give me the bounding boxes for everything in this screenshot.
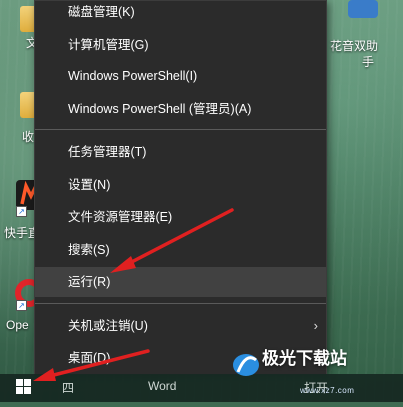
chevron-right-icon: › [313, 318, 318, 333]
menu-item-label: 设置(N) [68, 178, 111, 192]
desktop-label-4: Ope [6, 318, 29, 332]
menu-item-label: 磁盘管理(K) [68, 5, 135, 19]
taskbar-text-left: 四 [62, 381, 75, 395]
app-icon-right[interactable] [348, 0, 378, 18]
winx-context-menu: 磁盘管理(K) 计算机管理(G) Windows PowerShell(I) W… [34, 0, 327, 375]
menu-item-label: 任务管理器(T) [68, 145, 147, 159]
desktop-label-2: 收 [22, 130, 35, 144]
shortcut-arrow-icon: ↗ [16, 300, 27, 311]
menu-item-label: 运行(R) [68, 275, 111, 289]
menu-item-shutdown[interactable]: 关机或注销(U) › [35, 311, 326, 341]
menu-item-powershell-admin[interactable]: Windows PowerShell (管理员)(A) [35, 94, 326, 124]
menu-item-task-manager[interactable]: 任务管理器(T) [35, 137, 326, 167]
menu-item-file-explorer[interactable]: 文件资源管理器(E) [35, 202, 326, 232]
menu-item-label: 文件资源管理器(E) [68, 210, 173, 224]
menu-item-settings[interactable]: 设置(N) [35, 170, 326, 200]
menu-item-label: 计算机管理(G) [68, 38, 149, 52]
desktop-label-right-2: 手 [362, 55, 375, 69]
menu-item-label: 关机或注销(U) [68, 319, 148, 333]
menu-item-label: 搜索(S) [68, 243, 110, 257]
menu-item-disk-management[interactable]: 磁盘管理(K) [35, 0, 326, 27]
menu-item-run[interactable]: 运行(R) [35, 267, 326, 297]
watermark-url: www.xz7.com [300, 386, 355, 395]
menu-item-label: 桌面(D) [68, 351, 111, 365]
taskbar-text-mid[interactable]: Word [148, 379, 176, 393]
menu-item-label: Windows PowerShell(I) [68, 69, 198, 83]
desktop-label-right-1: 花音双助 [330, 39, 379, 53]
shortcut-arrow-icon: ↗ [16, 206, 27, 217]
menu-item-computer-management[interactable]: 计算机管理(G) [35, 30, 326, 60]
menu-separator [35, 303, 326, 304]
start-button[interactable] [0, 374, 46, 402]
menu-separator [35, 129, 326, 130]
windows-logo-icon [16, 379, 31, 394]
menu-item-label: Windows PowerShell (管理员)(A) [68, 102, 252, 116]
menu-item-search[interactable]: 搜索(S) [35, 235, 326, 265]
menu-item-powershell[interactable]: Windows PowerShell(I) [35, 61, 326, 91]
watermark-text: 极光下载站 [262, 349, 347, 368]
